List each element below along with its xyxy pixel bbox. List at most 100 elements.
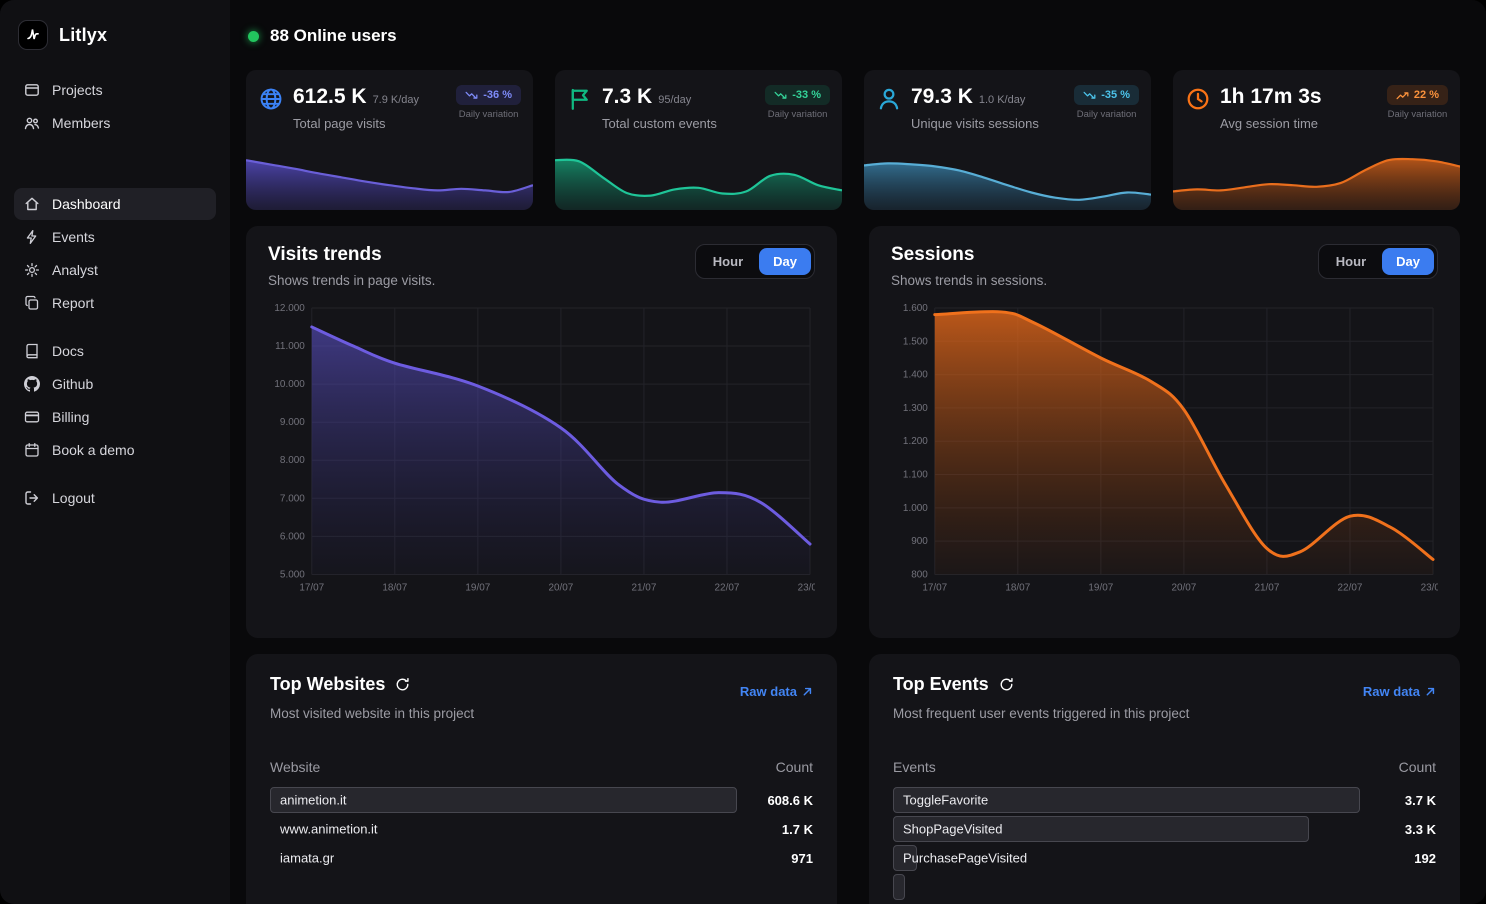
sidebar-spacer: [14, 140, 216, 188]
sidebar-item-label: Dashboard: [52, 196, 121, 212]
row-bar: [893, 874, 1360, 900]
svg-text:900: 900: [911, 536, 928, 547]
svg-text:20/07: 20/07: [1171, 582, 1196, 593]
refresh-icon[interactable]: [395, 677, 410, 692]
trend-down-icon: [774, 90, 787, 101]
row-label: www.animetion.it: [280, 822, 378, 837]
sidebar-item-book-a-demo[interactable]: Book a demo: [14, 434, 216, 466]
trend-up-icon: [1396, 90, 1409, 101]
trend-down-icon: [1083, 90, 1096, 101]
row-count: 3.7 K: [1372, 793, 1436, 808]
hour-toggle-button[interactable]: Hour: [699, 248, 757, 275]
table-title: Top Events: [893, 674, 989, 695]
sidebar-item-label: Book a demo: [52, 442, 135, 458]
stat-rate: 7.9 K/day: [373, 94, 419, 106]
stat-label: Avg session time: [1220, 116, 1328, 131]
hour-toggle-button[interactable]: Hour: [1322, 248, 1380, 275]
user-icon: [877, 87, 901, 111]
table-subtitle: Most frequent user events triggered in t…: [893, 706, 1436, 721]
window-icon: [24, 82, 40, 98]
daily-variation-caption: Daily variation: [1077, 109, 1137, 120]
table-header: Website Count: [270, 759, 813, 775]
table-row[interactable]: www.animetion.it 1.7 K: [270, 816, 813, 842]
row-label: ToggleFavorite: [903, 793, 988, 808]
sidebar-item-docs[interactable]: Docs: [14, 335, 216, 367]
sidebar-spacer: [14, 467, 216, 482]
column-count: Count: [776, 759, 813, 775]
table-row[interactable]: iamata.gr971: [270, 845, 813, 871]
row-bar: iamata.gr: [270, 845, 737, 871]
sidebar-item-events[interactable]: Events: [14, 221, 216, 253]
stat-value: 612.5 K: [293, 85, 367, 109]
online-users-indicator: 88 Online users: [248, 26, 1460, 46]
svg-text:22/07: 22/07: [715, 582, 740, 593]
table-row[interactable]: [893, 874, 1436, 900]
day-toggle-button[interactable]: Day: [1382, 248, 1434, 275]
sidebar-item-projects[interactable]: Projects: [14, 74, 216, 106]
sidebar-item-logout[interactable]: Logout: [14, 482, 216, 514]
table-row[interactable]: ToggleFavorite 3.7 K: [893, 787, 1436, 813]
sessions-card: Sessions Shows trends in sessions. Hour …: [869, 226, 1460, 638]
sidebar-item-dashboard[interactable]: Dashboard: [14, 188, 216, 220]
stat-card-unique-visits-sessions: 79.3 K 1.0 K/day Unique visits sessions …: [864, 70, 1151, 210]
svg-text:7.000: 7.000: [280, 493, 305, 504]
svg-text:6.000: 6.000: [280, 531, 305, 542]
svg-text:18/07: 18/07: [1005, 582, 1030, 593]
websites-table-body: animetion.it608.6 K www.animetion.it 1.7 K…: [270, 787, 813, 871]
svg-text:5.000: 5.000: [280, 569, 305, 580]
sidebar-item-billing[interactable]: Billing: [14, 401, 216, 433]
logout-icon: [24, 490, 40, 506]
sidebar-item-analyst[interactable]: Analyst: [14, 254, 216, 286]
stat-label: Total page visits: [293, 116, 419, 131]
row-count: 1.7 K: [749, 822, 813, 837]
refresh-icon[interactable]: [999, 677, 1014, 692]
svg-text:21/07: 21/07: [1254, 582, 1279, 593]
badge-value: 22 %: [1414, 89, 1439, 101]
litlyx-logo-icon: [18, 20, 48, 50]
sessions-chart: 1.6001.5001.4001.3001.2001.1001.00090080…: [891, 300, 1438, 598]
day-toggle-button[interactable]: Day: [759, 248, 811, 275]
hour-day-toggle: Hour Day: [1318, 244, 1438, 279]
copy-icon: [24, 295, 40, 311]
app-logo: Litlyx: [18, 20, 212, 50]
users-icon: [24, 115, 40, 131]
svg-text:18/07: 18/07: [382, 582, 407, 593]
svg-text:9.000: 9.000: [280, 417, 305, 428]
visits-trends-card: Visits trends Shows trends in page visit…: [246, 226, 837, 638]
svg-text:10.000: 10.000: [274, 379, 305, 390]
stat-card-avg-session-time: 1h 17m 3s Avg session time 22 % Daily va…: [1173, 70, 1460, 210]
svg-text:11.000: 11.000: [275, 341, 305, 352]
chart-subtitle: Shows trends in page visits.: [268, 273, 435, 288]
daily-variation-caption: Daily variation: [768, 109, 828, 120]
sidebar: Litlyx Projects Members Dashboard Events…: [0, 0, 230, 904]
clock-icon: [1186, 87, 1210, 111]
stat-label: Unique visits sessions: [911, 116, 1039, 131]
row-bar-fill: [893, 874, 905, 900]
table-row[interactable]: PurchasePageVisited192: [893, 845, 1436, 871]
sidebar-item-label: Events: [52, 229, 95, 245]
svg-text:1.200: 1.200: [903, 436, 928, 447]
session-time-sparkline: [1173, 148, 1460, 210]
badge-value: -35 %: [1101, 89, 1130, 101]
raw-data-link[interactable]: Raw data: [740, 684, 813, 699]
table-row[interactable]: animetion.it608.6 K: [270, 787, 813, 813]
flag-icon: [568, 87, 592, 111]
sidebar-item-label: Report: [52, 295, 94, 311]
svg-text:12.000: 12.000: [274, 303, 305, 314]
sidebar-item-label: Analyst: [52, 262, 98, 278]
column-website: Website: [270, 759, 320, 775]
svg-text:19/07: 19/07: [1088, 582, 1113, 593]
svg-text:1.100: 1.100: [903, 470, 928, 481]
raw-data-link[interactable]: Raw data: [1363, 684, 1436, 699]
table-row[interactable]: ShopPageVisited3.3 K: [893, 816, 1436, 842]
github-icon: [24, 376, 40, 392]
row-count: 608.6 K: [749, 793, 813, 808]
svg-text:800: 800: [911, 569, 928, 580]
raw-data-label: Raw data: [740, 684, 797, 699]
sidebar-item-report[interactable]: Report: [14, 287, 216, 319]
sidebar-item-label: Github: [52, 376, 93, 392]
sidebar-item-github[interactable]: Github: [14, 368, 216, 400]
custom-events-sparkline: [555, 148, 842, 210]
litlyx-dashboard: Litlyx Projects Members Dashboard Events…: [0, 0, 1486, 904]
sidebar-item-members[interactable]: Members: [14, 107, 216, 139]
